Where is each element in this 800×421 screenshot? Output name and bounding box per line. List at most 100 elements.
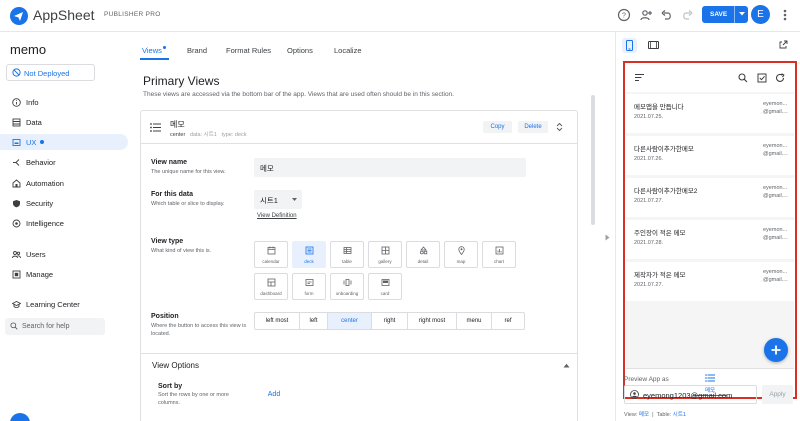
view-name-input[interactable]: 메모 [254,158,526,177]
main-scrollbar[interactable] [591,95,595,225]
share-icon[interactable] [639,8,653,22]
expand-collapse-icon[interactable] [556,122,563,132]
preview-as-label: Preview App as [624,376,669,383]
view-type-calendar[interactable]: calendar [254,241,288,268]
view-type-onboarding[interactable]: onboarding [330,273,364,300]
view-type-table[interactable]: table [330,241,364,268]
view-type-map[interactable]: map [444,241,478,268]
view-type-gallery[interactable]: gallery [368,241,402,268]
sidebar-item-users[interactable]: Users [0,246,128,262]
undo-icon[interactable] [660,8,674,22]
plus-icon [771,345,781,355]
sidebar-item-ux[interactable]: UX [0,134,128,150]
list-icon [150,123,161,132]
chart-icon [495,246,504,255]
position-menu[interactable]: menu [457,313,492,329]
save-options-chevron-icon[interactable] [738,11,746,17]
deck-record[interactable]: 다른사람이추가한메모 2021.07.26. eyemon... @gmail.… [626,136,794,175]
view-type-label: form [304,291,314,296]
more-vertical-icon[interactable] [778,8,792,22]
view-type-label: calendar [262,259,280,264]
preview-as-email-input[interactable]: eyemong1203@gmail.com [624,385,757,404]
deploy-status-badge[interactable]: Not Deployed [6,64,95,81]
sidebar-item-manage[interactable]: Manage [0,266,128,282]
view-options-heading[interactable]: View Options [152,361,199,370]
deck-record[interactable]: 다른사람이추가한메모2 2021.07.27. eyemon... @gmail… [626,178,794,217]
tab-format-rules[interactable]: Format Rules [226,46,271,55]
view-card-header[interactable]: 메모 center data: 시트1 type: deck Copy Dele… [141,111,577,144]
view-type-label: View type [151,238,184,245]
position-right-most[interactable]: right most [408,313,457,329]
deploy-status-label: Not Deployed [24,69,70,78]
tab-options[interactable]: Options [287,46,313,55]
view-meta: center data: 시트1 type: deck [170,130,247,138]
sidebar-item-label: Info [26,98,39,107]
chevron-up-icon[interactable] [563,363,570,368]
table-icon [343,247,352,254]
record-email: eyemon... [763,227,788,233]
view-type-card[interactable]: card [368,273,402,300]
view-type-label: gallery [378,259,392,264]
view-type-dashboard[interactable]: dashboard [254,273,288,300]
redo-icon[interactable] [680,8,694,22]
view-type-form[interactable]: form [292,273,326,300]
for-data-label: For this data [151,191,194,198]
sidebar-item-intelligence[interactable]: Intelligence [0,215,128,231]
footer-view-link[interactable]: 메모 [639,412,649,418]
deck-record[interactable]: 주인장이 적은 메모 2021.07.28. eyemon... @gmail.… [626,220,794,259]
apply-button[interactable]: Apply [762,385,793,404]
sidebar-item-automation[interactable]: Automation [0,175,128,191]
dropdown-caret-icon [292,198,297,201]
record-email: eyemon... [763,269,788,275]
calendar-icon [267,246,276,255]
sidebar-item-security[interactable]: Security [0,195,128,211]
phone-preview-toggle[interactable] [622,38,637,53]
chevron-right-icon[interactable] [605,234,610,241]
record-email-domain: @gmail.... [763,277,788,283]
position-left-most[interactable]: left most [255,313,300,329]
deck-record[interactable]: 제작자가 적은 메모 2021.07.27. eyemon... @gmail.… [626,262,794,301]
record-title: 메모앱을 만듭니다 [634,104,684,111]
tablet-icon[interactable] [648,41,659,49]
sidebar-item-behavior[interactable]: Behavior [0,154,128,170]
view-type-chart[interactable]: chart [482,241,516,268]
copy-button[interactable]: Copy [483,121,512,133]
view-type-label: deck [304,259,314,264]
record-date: 2021.07.27. [634,282,664,288]
search-icon[interactable] [738,73,748,83]
footer-table-link[interactable]: 시트1 [673,412,686,418]
record-email-domain: @gmail.... [763,193,788,199]
view-definition-link[interactable]: View Definition [257,213,297,219]
sidebar-item-label: Users [26,250,46,259]
assistant-fab[interactable] [10,413,30,421]
view-type-detail[interactable]: detail [406,241,440,268]
position-right[interactable]: right [372,313,408,329]
sidebar-item-data[interactable]: Data [0,114,128,130]
svg-text:?: ? [622,13,626,20]
view-type-label: type: [221,132,234,138]
sidebar-item-label: Automation [26,179,64,188]
tab-views[interactable]: Views [142,46,166,55]
deck-record[interactable]: 메모앱을 만듭니다 2021.07.25. eyemon... @gmail..… [626,94,794,133]
for-data-select[interactable]: 시트1 [254,190,302,209]
search-help-input[interactable]: Search for help [5,318,105,335]
position-center[interactable]: center [328,313,372,329]
refresh-icon[interactable] [775,73,785,83]
tab-localize[interactable]: Localize [334,46,362,55]
sidebar-item-info[interactable]: Info [0,94,128,110]
sidebar-item-learning-center[interactable]: Learning Center [0,296,128,312]
checkbox-icon[interactable] [757,73,767,83]
delete-button[interactable]: Delete [518,121,548,133]
position-left[interactable]: left [300,313,328,329]
add-record-fab[interactable] [764,338,788,362]
tab-brand[interactable]: Brand [187,46,207,55]
help-icon[interactable]: ? [617,8,631,22]
view-type-deck[interactable]: deck [292,241,326,268]
sort-icon[interactable] [635,74,644,81]
open-in-new-icon[interactable] [779,40,788,49]
add-sort-button[interactable]: Add [261,388,287,402]
save-button[interactable]: SAVE [702,6,748,23]
section-description: These views are accessed via the bottom … [143,91,454,98]
position-ref[interactable]: ref [492,313,524,329]
user-avatar[interactable]: E [751,5,770,24]
